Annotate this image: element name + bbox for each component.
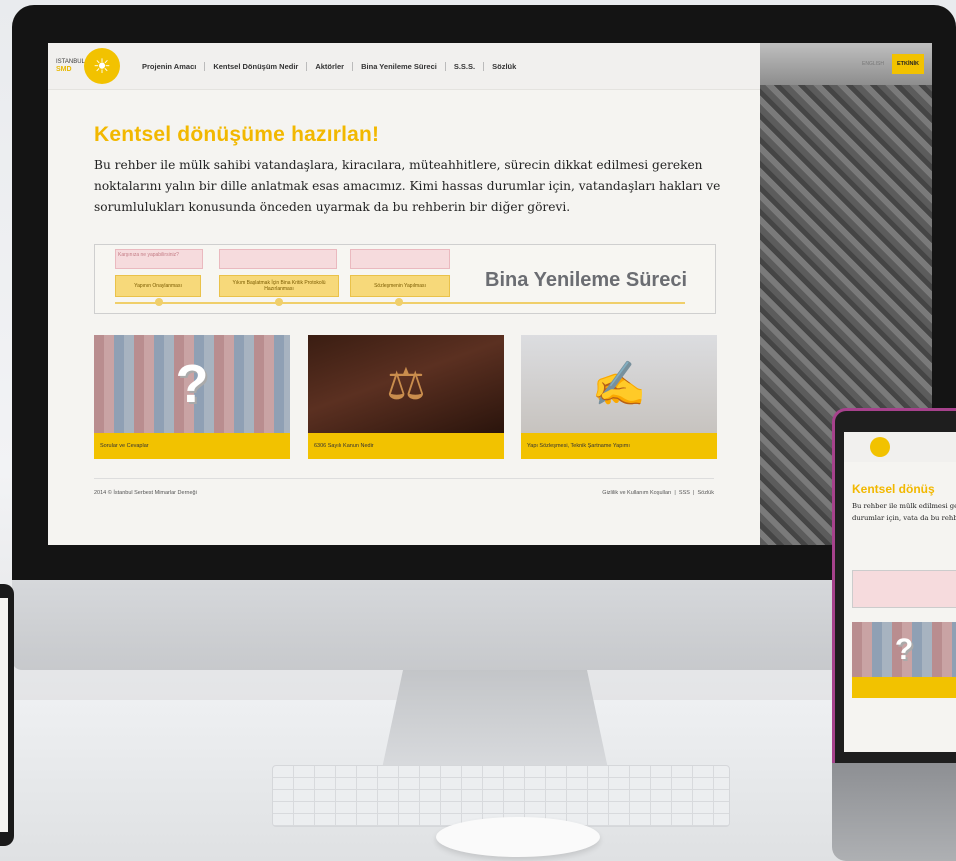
card-caption: Yapı Sözleşmesi, Teknik Şartname Yapımı: [521, 433, 717, 459]
card-contract[interactable]: ✍ Yapı Sözleşmesi, Teknik Şartname Yapım…: [521, 335, 717, 459]
monitor-stand: [380, 670, 610, 778]
signing-contract-image: ✍: [521, 335, 717, 433]
footer-copyright: 2014 © İstanbul Serbest Mimarlar Derneği: [94, 490, 197, 496]
card-caption: Sorular ve Cevaplar: [94, 433, 290, 459]
laptop-navbar: [844, 432, 956, 462]
banner-top-chip: Karşınıza ne yapabilirsiniz?: [115, 249, 203, 269]
card-questions[interactable]: ? Sorular ve Cevaplar: [94, 335, 290, 459]
nav-item-bina-yenileme[interactable]: Bina Yenileme Süreci: [353, 61, 446, 71]
banner-strip: [350, 249, 450, 269]
footer-link-sozluk[interactable]: Sözlük: [697, 490, 714, 496]
timeline-dot: [395, 298, 403, 306]
logo-brand: SMD: [56, 66, 72, 73]
timeline-dot: [155, 298, 163, 306]
sun-logo-icon[interactable]: [870, 437, 890, 457]
card-law[interactable]: ⚖ 6306 Sayılı Kanun Nedir: [308, 335, 504, 459]
sun-logo-icon[interactable]: ☀: [84, 48, 120, 84]
hero-title: Kentsel dönüşüme hazırlan!: [94, 123, 380, 146]
imac-monitor: ENGLISH ETKİNİK ISTANBUL SMD ☀ Projenin …: [12, 5, 956, 778]
nav-item-sss[interactable]: S.S.S.: [446, 61, 485, 71]
laptop-hero-title: Kentsel dönüş: [852, 482, 935, 496]
banner-chip: Sözleşmenin Yapılması: [350, 275, 450, 297]
top-right-actions: ENGLISH ETKİNİK: [760, 53, 932, 75]
nav-item-kentsel-donusum[interactable]: Kentsel Dönüşüm Nedir: [205, 61, 308, 71]
card-caption: 6306 Sayılı Kanun Nedir: [308, 433, 504, 459]
logo-city: ISTANBUL: [56, 59, 85, 65]
laptop-website-screen: Kentsel dönüş Bu rehber ile mülk edilmes…: [844, 432, 956, 752]
laptop-base: [832, 763, 956, 861]
cta-button[interactable]: ETKİNİK: [892, 54, 924, 74]
main-nav: Projenin Amacı Kentsel Dönüşüm Nedir Akt…: [134, 61, 524, 71]
laptop: Kentsel dönüş Bu rehber ile mülk edilmes…: [832, 408, 956, 861]
laptop-hero-text: Bu rehber ile mülk edilmesi gereken n du…: [852, 502, 956, 522]
language-link[interactable]: ENGLISH: [862, 61, 884, 67]
mouse: [436, 817, 600, 857]
monitor-chin: [12, 580, 956, 670]
timeline-dot: [275, 298, 283, 306]
footer-link-privacy[interactable]: Gizlilik ve Kullanım Koşulları: [602, 490, 671, 496]
banner-top-chip-text: Karşınıza ne yapabilirsiniz?: [118, 252, 179, 258]
website-screen: ENGLISH ETKİNİK ISTANBUL SMD ☀ Projenin …: [48, 43, 932, 545]
banner-strip: [219, 249, 337, 269]
nav-item-projenin-amaci[interactable]: Projenin Amacı: [134, 61, 206, 71]
gavel-scales-image: ⚖: [308, 335, 504, 433]
banner-chip: Yıkım Başlatmak İçin Bina Kritik Protoko…: [219, 275, 339, 297]
footer-links: Gizlilik ve Kullanım Koşulları | SSS | S…: [602, 490, 714, 496]
phone-screen: [0, 598, 8, 832]
site-logo-text[interactable]: ISTANBUL SMD: [56, 59, 85, 73]
question-marks-image: ?: [852, 622, 956, 677]
phone: [0, 584, 14, 846]
nav-item-sozluk[interactable]: Sözlük: [484, 62, 524, 71]
laptop-card[interactable]: ?: [852, 622, 956, 698]
laptop-card-caption: [852, 677, 956, 698]
laptop-banner[interactable]: [852, 570, 956, 608]
banner-chip: Yapının Onaylanması: [115, 275, 201, 297]
hero-text: Bu rehber ile mülk sahibi vatandaşlara, …: [94, 158, 721, 214]
site-navbar: ISTANBUL SMD ☀ Projenin Amacı Kentsel Dö…: [48, 43, 760, 90]
question-marks-image: ?: [94, 335, 290, 433]
nav-item-aktorler[interactable]: Aktörler: [307, 61, 354, 71]
banner-title: Bina Yenileme Süreci: [479, 267, 693, 294]
footer-divider: [94, 478, 714, 479]
footer-link-sss[interactable]: SSS: [679, 490, 690, 496]
process-banner[interactable]: Karşınıza ne yapabilirsiniz? Yapının Ona…: [94, 244, 716, 314]
